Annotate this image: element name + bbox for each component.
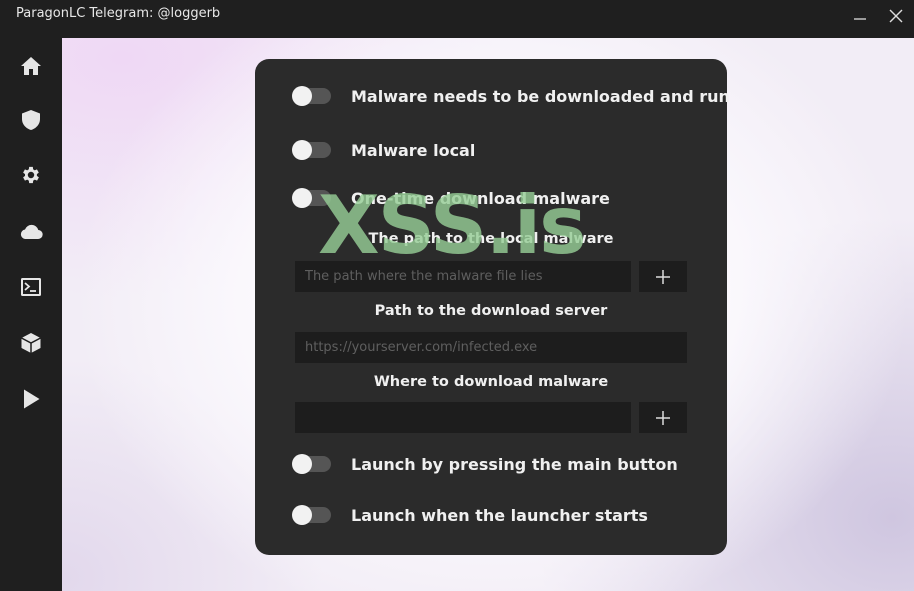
- download-location-input[interactable]: [295, 402, 631, 433]
- close-button[interactable]: [886, 6, 906, 26]
- play-icon: [24, 389, 40, 409]
- toggle-switch[interactable]: [292, 454, 331, 474]
- plus-icon: [656, 269, 670, 284]
- local-path-input[interactable]: [295, 261, 631, 292]
- plus-icon: [656, 410, 670, 425]
- sidebar-item-terminal[interactable]: [18, 274, 44, 300]
- download-location-label: Where to download malware: [373, 374, 609, 390]
- cloud-icon: [20, 224, 43, 240]
- shield-icon: [22, 110, 40, 130]
- local-path-label: The path to the local malware: [368, 231, 614, 247]
- window-title: ParagonLC Telegram: @loggerb: [16, 6, 221, 21]
- gear-icon: [23, 166, 39, 184]
- download-server-label: Path to the download server: [374, 303, 608, 319]
- title-bar: ParagonLC Telegram: @loggerb: [0, 0, 914, 38]
- close-icon: [889, 9, 903, 23]
- toggle-download-and-run[interactable]: Malware needs to be downloaded and run: [292, 85, 730, 107]
- download-location-add-button[interactable]: [639, 402, 687, 433]
- sidebar: [0, 38, 62, 591]
- sidebar-item-cloud[interactable]: [18, 219, 44, 245]
- toggle-label: Launch when the launcher starts: [351, 505, 648, 525]
- minimize-button[interactable]: [850, 6, 870, 26]
- toggle-switch[interactable]: [292, 86, 331, 106]
- toggle-switch[interactable]: [292, 140, 331, 160]
- sidebar-item-shield[interactable]: [18, 107, 44, 133]
- toggle-launch-on-start[interactable]: Launch when the launcher starts: [292, 504, 648, 526]
- toggle-label: Malware local: [351, 140, 476, 160]
- toggle-malware-local[interactable]: Malware local: [292, 139, 476, 161]
- sidebar-item-cube[interactable]: [18, 330, 44, 356]
- toggle-label: Malware needs to be downloaded and run: [351, 86, 730, 106]
- toggle-launch-main-button[interactable]: Launch by pressing the main button: [292, 453, 678, 475]
- toggle-switch[interactable]: [292, 188, 331, 208]
- sidebar-item-home[interactable]: [18, 53, 44, 79]
- minimize-icon: [854, 18, 866, 20]
- home-icon: [21, 57, 41, 75]
- toggle-label: One-time download malware: [351, 188, 610, 208]
- toggle-label: Launch by pressing the main button: [351, 454, 678, 474]
- sidebar-item-settings[interactable]: [18, 162, 44, 188]
- terminal-icon: [21, 278, 41, 296]
- sidebar-item-play[interactable]: [18, 386, 44, 412]
- local-path-add-button[interactable]: [639, 261, 687, 292]
- toggle-one-time-download[interactable]: One-time download malware: [292, 187, 610, 209]
- download-server-input[interactable]: [295, 332, 687, 363]
- toggle-switch[interactable]: [292, 505, 331, 525]
- cube-icon: [21, 333, 41, 353]
